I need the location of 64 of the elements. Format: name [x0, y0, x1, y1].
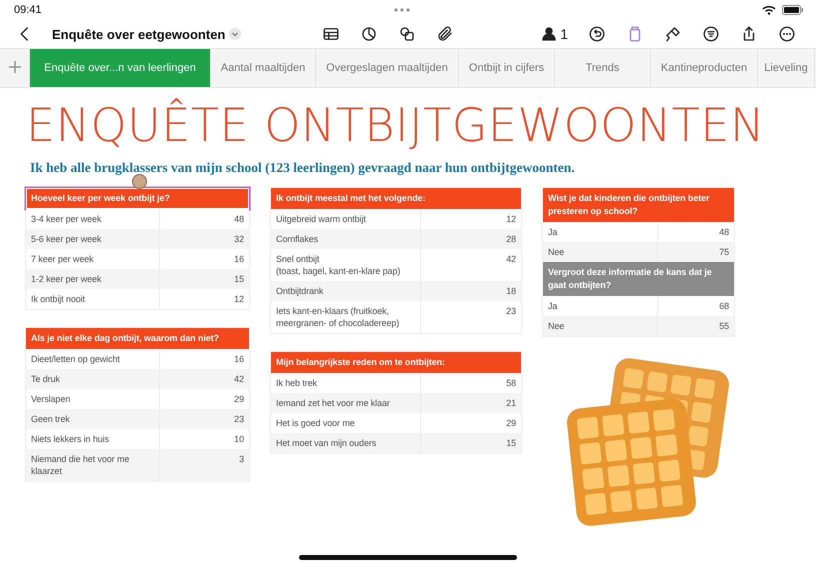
- table-cell-text: 12: [233, 293, 245, 306]
- collaborator-avatar: [132, 174, 147, 189]
- more-icon: [778, 25, 796, 43]
- organize-button[interactable]: [702, 25, 720, 43]
- pie-chart-icon: [360, 25, 378, 43]
- table-cell: Iets kant-en-klaars (fruitkoek, meergranen- of chocoladereep): [271, 301, 421, 333]
- shapes-icon: [398, 25, 416, 43]
- table-header[interactable]: Hoeveel keer per week ontbijt je?: [26, 188, 249, 209]
- table-cell-text: 29: [233, 393, 245, 406]
- table-cell-text: 42: [233, 373, 245, 386]
- table-header[interactable]: Wist je dat kinderen die ontbijten beter presteren op school?: [543, 188, 734, 222]
- status-time: 09:41: [14, 4, 42, 16]
- sheet-tab[interactable]: Enquête over...n van leerlingen: [30, 49, 211, 87]
- table-cell-text: 18: [505, 285, 517, 298]
- table-icon: [322, 25, 340, 43]
- table-cell-text: 15: [505, 437, 517, 450]
- table-cell-text: 29: [505, 417, 517, 430]
- battery-icon: [782, 5, 804, 15]
- table-cell-text: 28: [505, 233, 517, 246]
- document-title[interactable]: Enquête over eetgewoonten: [52, 26, 226, 42]
- table-header[interactable]: Als je niet elke dag ontbijt, waarom dan niet?: [26, 328, 249, 349]
- table-cell-text: 23: [233, 413, 245, 426]
- plus-icon: [8, 60, 22, 74]
- shapes-button[interactable]: [398, 25, 416, 43]
- people-icon: [540, 25, 558, 43]
- table-cell-text: 48: [233, 213, 245, 226]
- table-cell-text: 16: [233, 353, 245, 366]
- table-button[interactable]: [322, 25, 340, 43]
- collaborate-button[interactable]: 1: [540, 25, 568, 43]
- table-cell-text: 12: [505, 213, 517, 226]
- multitask-dots-icon: [392, 8, 411, 12]
- table-cell-text: 42: [505, 253, 517, 266]
- table-cell-text: 10: [233, 433, 245, 446]
- table-header[interactable]: Ik ontbijt meestal met het volgende:: [271, 188, 521, 209]
- paperclip-icon: [436, 25, 454, 43]
- table-cell: Ik ontbijt nooit: [26, 289, 160, 309]
- list-icon: [702, 25, 720, 43]
- table-cell: Het moet van mijn ouders: [271, 433, 421, 453]
- table-cell-text: 3: [238, 453, 245, 466]
- table-cell-text: 75: [718, 246, 730, 259]
- table-cell-text: 48: [718, 226, 730, 239]
- table-cell-text: 21: [505, 397, 517, 410]
- attach-button[interactable]: [436, 25, 454, 43]
- caret-icon: [229, 28, 242, 40]
- page-title: ENQUÊTE ONTBIJTGEWOONTEN: [26, 98, 766, 152]
- title-menu-button[interactable]: [229, 28, 242, 40]
- more-button[interactable]: [778, 25, 796, 43]
- table-cell-text: 58: [505, 377, 517, 390]
- undo-button[interactable]: [588, 25, 606, 43]
- table-cell-text: 15: [233, 273, 245, 286]
- table-cell-text: 68: [718, 300, 730, 313]
- undo-icon: [588, 25, 606, 43]
- table-cell-text: 55: [718, 320, 730, 333]
- wifi-icon: [762, 5, 776, 15]
- table-cell-text: 16: [233, 253, 245, 266]
- table-cell: Nee: [543, 316, 658, 336]
- table-cell-text: 32: [233, 233, 245, 246]
- paintbrush-button[interactable]: [664, 25, 682, 43]
- table-cell-text: 23: [505, 305, 517, 318]
- table-header[interactable]: Mijn belangrijkste reden om te ontbijten:: [271, 352, 521, 373]
- table-cell: Niemand die het voor me klaarzet: [26, 449, 160, 481]
- chart-button[interactable]: [360, 25, 378, 43]
- table-header[interactable]: Vergroot deze informatie de kans dat je gaat ontbijten?: [543, 262, 734, 296]
- paintbrush-icon: [664, 25, 682, 43]
